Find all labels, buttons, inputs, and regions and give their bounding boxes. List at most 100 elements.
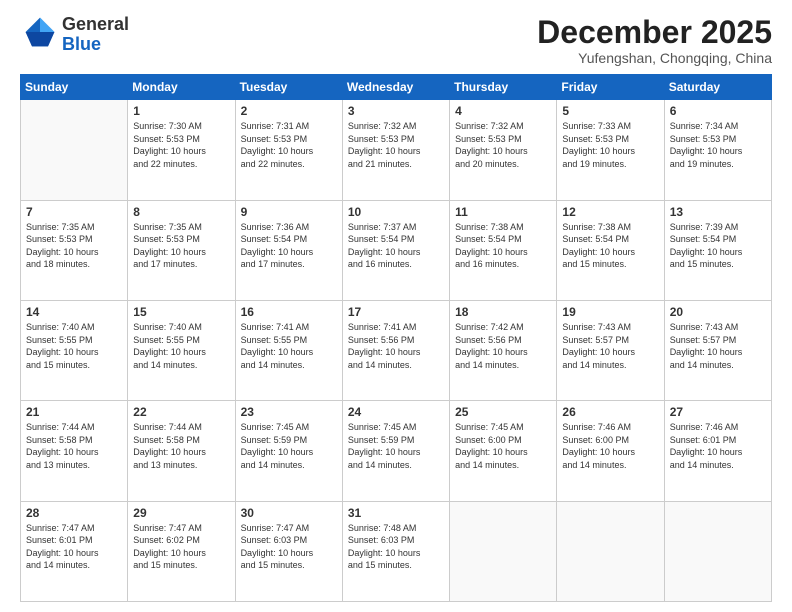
calendar-cell: 23 Sunrise: 7:45 AM Sunset: 5:59 PM Dayli… bbox=[235, 401, 342, 501]
logo-icon bbox=[24, 16, 56, 48]
day-info: Sunrise: 7:30 AM Sunset: 5:53 PM Dayligh… bbox=[133, 120, 229, 170]
month-title: December 2025 bbox=[537, 15, 772, 50]
calendar-cell: 21Sunrise: 7:44 AM Sunset: 5:58 PM Dayli… bbox=[21, 401, 128, 501]
day-info: Sunrise: 7:45 AM Sunset: 5:59 PM Dayligh… bbox=[348, 421, 444, 471]
day-number: 15 bbox=[133, 305, 229, 319]
day-info: Sunrise: 7:34 AM Sunset: 5:53 PM Dayligh… bbox=[670, 120, 766, 170]
day-info: Sunrise: 7:31 AM Sunset: 5:53 PM Dayligh… bbox=[241, 120, 337, 170]
day-number: 21 bbox=[26, 405, 122, 419]
calendar-cell: 28 Sunrise: 7:47 AM Sunset: 6:01 PM Dayli… bbox=[21, 501, 128, 601]
calendar-cell: 13 Sunrise: 7:39 AM Sunset: 5:54 PM Dayli… bbox=[664, 200, 771, 300]
logo-general: General bbox=[62, 14, 129, 34]
page: General Blue December 2025 Yufengshan, C… bbox=[0, 0, 792, 612]
day-number: 30 bbox=[241, 506, 337, 520]
calendar-cell: 26 Sunrise: 7:46 AM Sunset: 6:00 PM Dayli… bbox=[557, 401, 664, 501]
calendar-cell: 1 Sunrise: 7:30 AM Sunset: 5:53 PM Daylig… bbox=[128, 100, 235, 200]
week-row-5: 28 Sunrise: 7:47 AM Sunset: 6:01 PM Dayli… bbox=[21, 501, 772, 601]
location: Yufengshan, Chongqing, China bbox=[537, 50, 772, 66]
calendar-cell: 17 Sunrise: 7:41 AM Sunset: 5:56 PM Dayli… bbox=[342, 300, 449, 400]
day-info: Sunrise: 7:38 AM Sunset: 5:54 PM Dayligh… bbox=[562, 221, 658, 271]
calendar-cell: 10Sunrise: 7:37 AM Sunset: 5:54 PM Dayli… bbox=[342, 200, 449, 300]
day-number: 5 bbox=[562, 104, 658, 118]
day-number: 1 bbox=[133, 104, 229, 118]
day-info: Sunrise: 7:39 AM Sunset: 5:54 PM Dayligh… bbox=[670, 221, 766, 271]
day-number: 28 bbox=[26, 506, 122, 520]
calendar-cell bbox=[21, 100, 128, 200]
day-info: Sunrise: 7:42 AM Sunset: 5:56 PM Dayligh… bbox=[455, 321, 551, 371]
day-number: 2 bbox=[241, 104, 337, 118]
day-info: Sunrise: 7:35 AM Sunset: 5:53 PM Dayligh… bbox=[26, 221, 122, 271]
day-number: 8 bbox=[133, 205, 229, 219]
day-info: Sunrise: 7:45 AM Sunset: 5:59 PM Dayligh… bbox=[241, 421, 337, 471]
day-number: 24 bbox=[348, 405, 444, 419]
calendar-cell bbox=[450, 501, 557, 601]
day-info: Sunrise: 7:43 AM Sunset: 5:57 PM Dayligh… bbox=[670, 321, 766, 371]
day-number: 29 bbox=[133, 506, 229, 520]
day-info: Sunrise: 7:38 AM Sunset: 5:54 PM Dayligh… bbox=[455, 221, 551, 271]
day-number: 3 bbox=[348, 104, 444, 118]
day-info: Sunrise: 7:47 AM Sunset: 6:02 PM Dayligh… bbox=[133, 522, 229, 572]
day-number: 13 bbox=[670, 205, 766, 219]
calendar-cell: 15 Sunrise: 7:40 AM Sunset: 5:55 PM Dayli… bbox=[128, 300, 235, 400]
calendar-cell: 2 Sunrise: 7:31 AM Sunset: 5:53 PM Daylig… bbox=[235, 100, 342, 200]
day-info: Sunrise: 7:40 AM Sunset: 5:55 PM Dayligh… bbox=[133, 321, 229, 371]
day-info: Sunrise: 7:47 AM Sunset: 6:01 PM Dayligh… bbox=[26, 522, 122, 572]
calendar-cell: 11 Sunrise: 7:38 AM Sunset: 5:54 PM Dayli… bbox=[450, 200, 557, 300]
day-number: 12 bbox=[562, 205, 658, 219]
col-tuesday: Tuesday bbox=[235, 75, 342, 100]
title-block: December 2025 Yufengshan, Chongqing, Chi… bbox=[537, 15, 772, 66]
day-info: Sunrise: 7:41 AM Sunset: 5:56 PM Dayligh… bbox=[348, 321, 444, 371]
day-info: Sunrise: 7:33 AM Sunset: 5:53 PM Dayligh… bbox=[562, 120, 658, 170]
col-saturday: Saturday bbox=[664, 75, 771, 100]
calendar-cell: 6 Sunrise: 7:34 AM Sunset: 5:53 PM Daylig… bbox=[664, 100, 771, 200]
day-info: Sunrise: 7:44 AM Sunset: 5:58 PM Dayligh… bbox=[133, 421, 229, 471]
day-info: Sunrise: 7:37 AM Sunset: 5:54 PM Dayligh… bbox=[348, 221, 444, 271]
col-wednesday: Wednesday bbox=[342, 75, 449, 100]
col-sunday: Sunday bbox=[21, 75, 128, 100]
day-number: 6 bbox=[670, 104, 766, 118]
col-monday: Monday bbox=[128, 75, 235, 100]
calendar-cell: 31Sunrise: 7:48 AM Sunset: 6:03 PM Dayli… bbox=[342, 501, 449, 601]
day-number: 16 bbox=[241, 305, 337, 319]
day-info: Sunrise: 7:47 AM Sunset: 6:03 PM Dayligh… bbox=[241, 522, 337, 572]
day-number: 14 bbox=[26, 305, 122, 319]
day-number: 27 bbox=[670, 405, 766, 419]
day-info: Sunrise: 7:32 AM Sunset: 5:53 PM Dayligh… bbox=[455, 120, 551, 170]
day-number: 4 bbox=[455, 104, 551, 118]
week-row-2: 7Sunrise: 7:35 AM Sunset: 5:53 PM Daylig… bbox=[21, 200, 772, 300]
calendar-header-row: Sunday Monday Tuesday Wednesday Thursday… bbox=[21, 75, 772, 100]
calendar-cell: 30 Sunrise: 7:47 AM Sunset: 6:03 PM Dayli… bbox=[235, 501, 342, 601]
week-row-1: 1 Sunrise: 7:30 AM Sunset: 5:53 PM Daylig… bbox=[21, 100, 772, 200]
day-info: Sunrise: 7:32 AM Sunset: 5:53 PM Dayligh… bbox=[348, 120, 444, 170]
calendar-cell: 4 Sunrise: 7:32 AM Sunset: 5:53 PM Daylig… bbox=[450, 100, 557, 200]
day-number: 9 bbox=[241, 205, 337, 219]
calendar-cell: 25 Sunrise: 7:45 AM Sunset: 6:00 PM Dayli… bbox=[450, 401, 557, 501]
day-info: Sunrise: 7:48 AM Sunset: 6:03 PM Dayligh… bbox=[348, 522, 444, 572]
calendar-cell: 7Sunrise: 7:35 AM Sunset: 5:53 PM Daylig… bbox=[21, 200, 128, 300]
day-info: Sunrise: 7:35 AM Sunset: 5:53 PM Dayligh… bbox=[133, 221, 229, 271]
calendar-cell: 12 Sunrise: 7:38 AM Sunset: 5:54 PM Dayli… bbox=[557, 200, 664, 300]
day-number: 25 bbox=[455, 405, 551, 419]
week-row-4: 21 Sunrise: 7:44 AM Sunset: 5:58 PM Dayli… bbox=[21, 401, 772, 501]
day-info: Sunrise: 7:45 AM Sunset: 6:00 PM Dayligh… bbox=[455, 421, 551, 471]
calendar-cell bbox=[664, 501, 771, 601]
day-number: 20 bbox=[670, 305, 766, 319]
day-info: Sunrise: 7:46 AM Sunset: 6:00 PM Dayligh… bbox=[562, 421, 658, 471]
calendar-cell: 20 Sunrise: 7:43 AM Sunset: 5:57 PM Dayli… bbox=[664, 300, 771, 400]
day-number: 26 bbox=[562, 405, 658, 419]
calendar-cell: 16 Sunrise: 7:41 AM Sunset: 5:55 PM Dayli… bbox=[235, 300, 342, 400]
calendar-cell: 8 Sunrise: 7:35 AM Sunset: 5:53 PM Daylig… bbox=[128, 200, 235, 300]
day-info: Sunrise: 7:43 AM Sunset: 5:57 PM Dayligh… bbox=[562, 321, 658, 371]
day-number: 18 bbox=[455, 305, 551, 319]
day-info: Sunrise: 7:46 AM Sunset: 6:01 PM Dayligh… bbox=[670, 421, 766, 471]
day-info: Sunrise: 7:41 AM Sunset: 5:55 PM Dayligh… bbox=[241, 321, 337, 371]
calendar-cell: 9 Sunrise: 7:36 AM Sunset: 5:54 PM Daylig… bbox=[235, 200, 342, 300]
day-number: 17 bbox=[348, 305, 444, 319]
day-info: Sunrise: 7:40 AM Sunset: 5:55 PM Dayligh… bbox=[26, 321, 122, 371]
calendar-cell: 18 Sunrise: 7:42 AM Sunset: 5:56 PM Dayli… bbox=[450, 300, 557, 400]
calendar-table: Sunday Monday Tuesday Wednesday Thursday… bbox=[20, 74, 772, 602]
day-info: Sunrise: 7:36 AM Sunset: 5:54 PM Dayligh… bbox=[241, 221, 337, 271]
calendar-cell: 5 Sunrise: 7:33 AM Sunset: 5:53 PM Daylig… bbox=[557, 100, 664, 200]
day-number: 11 bbox=[455, 205, 551, 219]
day-number: 23 bbox=[241, 405, 337, 419]
